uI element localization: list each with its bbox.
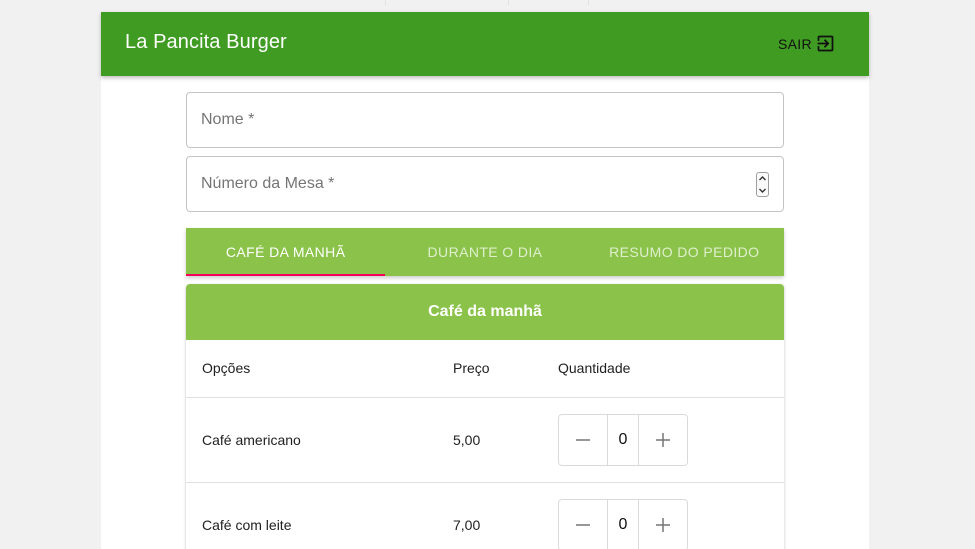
menu-tabs: CAFÉ DA MANHÃ DURANTE O DIA RESUMO DO PE… bbox=[186, 228, 784, 276]
logout-button[interactable]: SAIR bbox=[778, 33, 836, 54]
table-number-field[interactable] bbox=[186, 156, 784, 212]
quantity-cell: 0 bbox=[558, 482, 784, 549]
plus-icon bbox=[656, 517, 670, 532]
chevron-down-icon[interactable] bbox=[757, 185, 768, 196]
column-header-quantity: Quantidade bbox=[558, 340, 784, 398]
tab-label: CAFÉ DA MANHÃ bbox=[225, 244, 346, 260]
quantity-value: 0 bbox=[607, 499, 639, 549]
table-row: Café americano 5,00 0 bbox=[186, 397, 784, 483]
menu-title: Café da manhã bbox=[186, 284, 784, 340]
name-field[interactable] bbox=[186, 92, 784, 148]
item-name: Café com leite bbox=[186, 482, 453, 549]
increment-button[interactable] bbox=[639, 415, 687, 465]
table-header-row: Opções Preço Quantidade bbox=[186, 340, 784, 398]
menu-table: Opções Preço Quantidade Café americano 5… bbox=[186, 340, 784, 549]
tab-label: DURANTE O DIA bbox=[427, 244, 543, 260]
tab-resumo-do-pedido[interactable]: RESUMO DO PEDIDO bbox=[585, 228, 784, 276]
exit-to-app-icon bbox=[817, 35, 834, 52]
table-row: Café com leite 7,00 0 bbox=[186, 482, 784, 549]
order-page: La Pancita Burger SAIR CAFÉ DA MANHÃ DUR… bbox=[101, 12, 869, 549]
increment-button[interactable] bbox=[639, 500, 687, 549]
name-input[interactable] bbox=[187, 93, 783, 147]
decrement-button[interactable] bbox=[559, 500, 607, 549]
column-header-options: Opções bbox=[186, 340, 453, 398]
tab-durante-o-dia[interactable]: DURANTE O DIA bbox=[385, 228, 584, 276]
minus-icon bbox=[576, 438, 590, 441]
quantity-stepper: 0 bbox=[558, 413, 688, 466]
menu-card: Café da manhã Opções Preço Quantidade Ca… bbox=[186, 284, 784, 549]
background-divider bbox=[588, 0, 589, 5]
item-price: 5,00 bbox=[453, 397, 558, 483]
column-header-price: Preço bbox=[453, 340, 558, 398]
minus-icon bbox=[576, 523, 590, 526]
plus-icon bbox=[656, 432, 670, 447]
tab-indicator bbox=[186, 274, 385, 276]
logout-label: SAIR bbox=[778, 35, 812, 52]
tab-label: RESUMO DO PEDIDO bbox=[609, 244, 760, 260]
quantity-value: 0 bbox=[607, 414, 639, 465]
background-divider bbox=[508, 0, 509, 5]
app-title: La Pancita Burger bbox=[125, 31, 287, 53]
chevron-up-icon[interactable] bbox=[757, 173, 768, 184]
quantity-stepper: 0 bbox=[558, 498, 688, 549]
table-number-input[interactable] bbox=[187, 157, 783, 211]
number-spinner[interactable] bbox=[756, 172, 769, 197]
tab-cafe-da-manha[interactable]: CAFÉ DA MANHÃ bbox=[186, 228, 385, 276]
app-bar: La Pancita Burger SAIR bbox=[101, 12, 869, 76]
quantity-cell: 0 bbox=[558, 397, 784, 483]
background-divider bbox=[385, 0, 386, 5]
item-name: Café americano bbox=[186, 397, 453, 483]
item-price: 7,00 bbox=[453, 482, 558, 549]
decrement-button[interactable] bbox=[559, 415, 607, 465]
